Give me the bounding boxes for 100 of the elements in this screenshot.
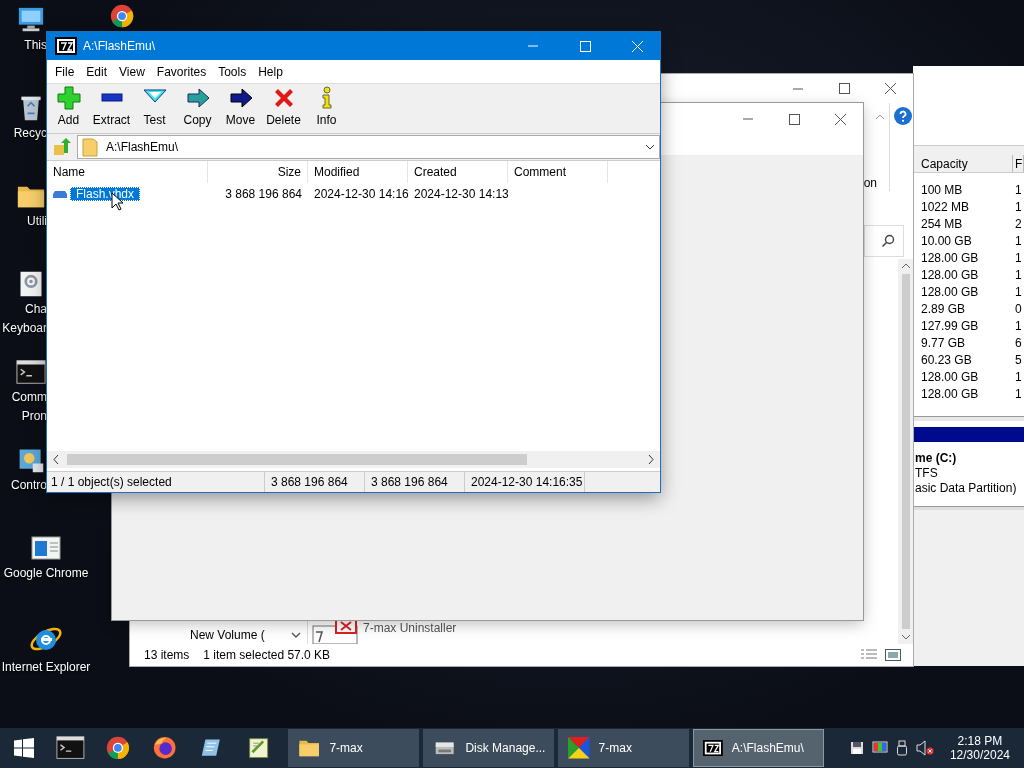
large-icons-view-icon[interactable]	[885, 649, 901, 661]
menu-item[interactable]: Help	[252, 64, 289, 79]
chevron-down-icon[interactable]	[645, 144, 655, 150]
table-cell-text: 60.23 GB	[920, 352, 973, 367]
table-cell-text: 2024-12-30 14:13	[413, 187, 508, 201]
taskbar-window-button[interactable]: A:\FlashEmu\	[693, 729, 824, 767]
scroll-down-icon[interactable]	[901, 635, 910, 640]
table-cell-text: 128.00 GB	[920, 267, 980, 282]
minimize-icon	[527, 45, 539, 47]
taskbar-window-button[interactable]: 7-max	[288, 729, 419, 767]
table-cell-text: 10.00 GB	[920, 233, 973, 248]
folder-up-icon	[52, 137, 72, 157]
uninstaller-icon[interactable]	[312, 618, 358, 644]
table-cell-text: 6	[1014, 335, 1023, 350]
taskbar-window-button[interactable]: 7-max	[558, 729, 689, 767]
window-icon[interactable]	[30, 534, 62, 562]
scrollbar[interactable]	[898, 259, 913, 644]
archive-logo-icon	[55, 37, 77, 55]
column-header[interactable]: Size	[208, 161, 308, 183]
toolbar-button[interactable]: Copy	[176, 84, 219, 130]
archive-logo-icon	[703, 739, 723, 757]
status-text: 3 868 196 864	[365, 472, 465, 492]
computer-icon[interactable]	[16, 6, 46, 34]
taskbar-window-button[interactable]: Disk Manage...	[423, 729, 554, 767]
command-prompt-icon[interactable]	[16, 358, 46, 386]
table-cell-text: 1	[1014, 369, 1023, 384]
clock[interactable]: 2:18 PM 12/30/2024	[941, 734, 1018, 762]
color-squares-icon	[568, 737, 590, 759]
icon-label: Internet Explorer	[1, 660, 91, 675]
search-field[interactable]	[864, 225, 904, 257]
table-cell-text: 0	[1014, 301, 1023, 316]
minimize-icon	[742, 118, 754, 120]
scroll-up-icon[interactable]	[901, 263, 910, 268]
chrome-icon	[105, 736, 130, 760]
address-field[interactable]: A:\FlashEmu\	[77, 135, 660, 159]
usb-drive-icon[interactable]	[895, 740, 908, 756]
ribbon-label[interactable]: on	[863, 176, 877, 190]
table-cell-text: 2.89 GB	[920, 301, 967, 316]
file-name[interactable]: Flash.vhdx	[70, 187, 141, 201]
status-text: 3 868 196 864	[265, 472, 365, 492]
table-cell-text: 1	[1014, 199, 1023, 214]
menu-item[interactable]: File	[49, 64, 81, 79]
toolbar-button[interactable]: Test	[133, 84, 176, 130]
toolbar-button[interactable]: Move	[219, 84, 262, 130]
icon-label: This	[23, 38, 47, 53]
icon-label: Pron	[20, 409, 47, 424]
menu-item[interactable]: Tools	[212, 64, 253, 79]
status-text: 13 items	[144, 648, 190, 662]
folder-icon	[82, 137, 98, 157]
save-icon[interactable]	[849, 741, 864, 755]
status-text: 1 item selected 57.0 KB	[203, 648, 331, 662]
color-display-icon[interactable]	[871, 741, 888, 755]
column-header[interactable]: Modified	[308, 161, 408, 183]
scroll-left-icon[interactable]	[53, 455, 59, 464]
table-cell-text: 1	[1014, 233, 1023, 248]
maximize-icon	[577, 38, 593, 54]
table-cell-text: 1	[1014, 250, 1023, 265]
horizontal-scrollbar[interactable]	[47, 451, 660, 468]
toolbar-button[interactable]: Add	[47, 84, 90, 130]
close-icon	[832, 111, 848, 127]
firefox-icon	[152, 736, 177, 760]
toolbar-button[interactable]: Extract	[90, 84, 133, 130]
menu-item[interactable]: Favorites	[150, 64, 213, 79]
column-header[interactable]: Created	[408, 161, 508, 183]
menu-item[interactable]: View	[113, 64, 151, 79]
table-cell-text: 128.00 GB	[920, 386, 980, 401]
nav-item[interactable]: New Volume (	[190, 628, 265, 642]
toolbar-button[interactable]: Delete	[262, 84, 305, 130]
table-cell-text: 9.77 GB	[920, 335, 967, 350]
close-icon	[629, 38, 645, 54]
toolbar-button[interactable]: Info	[305, 84, 348, 130]
column-header[interactable]: F	[1013, 155, 1024, 172]
maximize-icon	[786, 111, 802, 127]
search-icon	[881, 234, 895, 248]
column-header[interactable]: Comment	[508, 161, 608, 183]
table-cell-text: 1	[1014, 267, 1023, 282]
scroll-right-icon[interactable]	[648, 455, 654, 464]
table-cell-text: 1	[1014, 318, 1023, 333]
close-icon	[882, 81, 898, 96]
file-name[interactable]: 7-max Uninstaller	[363, 618, 457, 635]
table-cell-text: 128.00 GB	[920, 284, 980, 299]
icon-label: Google Chrome	[3, 566, 89, 581]
chevron-up-icon[interactable]	[875, 114, 885, 120]
icon-label: Contro	[9, 478, 47, 493]
table-cell-text: 1	[1014, 284, 1023, 299]
help-icon[interactable]	[894, 107, 912, 125]
column-header[interactable]: Name	[47, 161, 208, 183]
windows-logo-icon	[13, 738, 34, 758]
speaker-muted-icon[interactable]	[915, 740, 934, 756]
plus-icon	[56, 86, 81, 110]
chevron-down-icon[interactable]	[290, 631, 301, 639]
table-cell-text: 2024-12-30 14:16	[313, 187, 408, 201]
icon-label: Utili	[26, 214, 47, 229]
icon-label: Keyboar	[1, 321, 47, 336]
table-cell-text: 128.00 GB	[920, 369, 980, 384]
menu-item[interactable]: Edit	[80, 64, 114, 79]
status-text: 2024-12-30 14:16:35	[465, 472, 585, 492]
status-text: 1 / 1 object(s) selected	[47, 472, 265, 492]
table-cell-text: 127.99 GB	[920, 318, 980, 333]
chrome-icon[interactable]	[110, 4, 135, 29]
